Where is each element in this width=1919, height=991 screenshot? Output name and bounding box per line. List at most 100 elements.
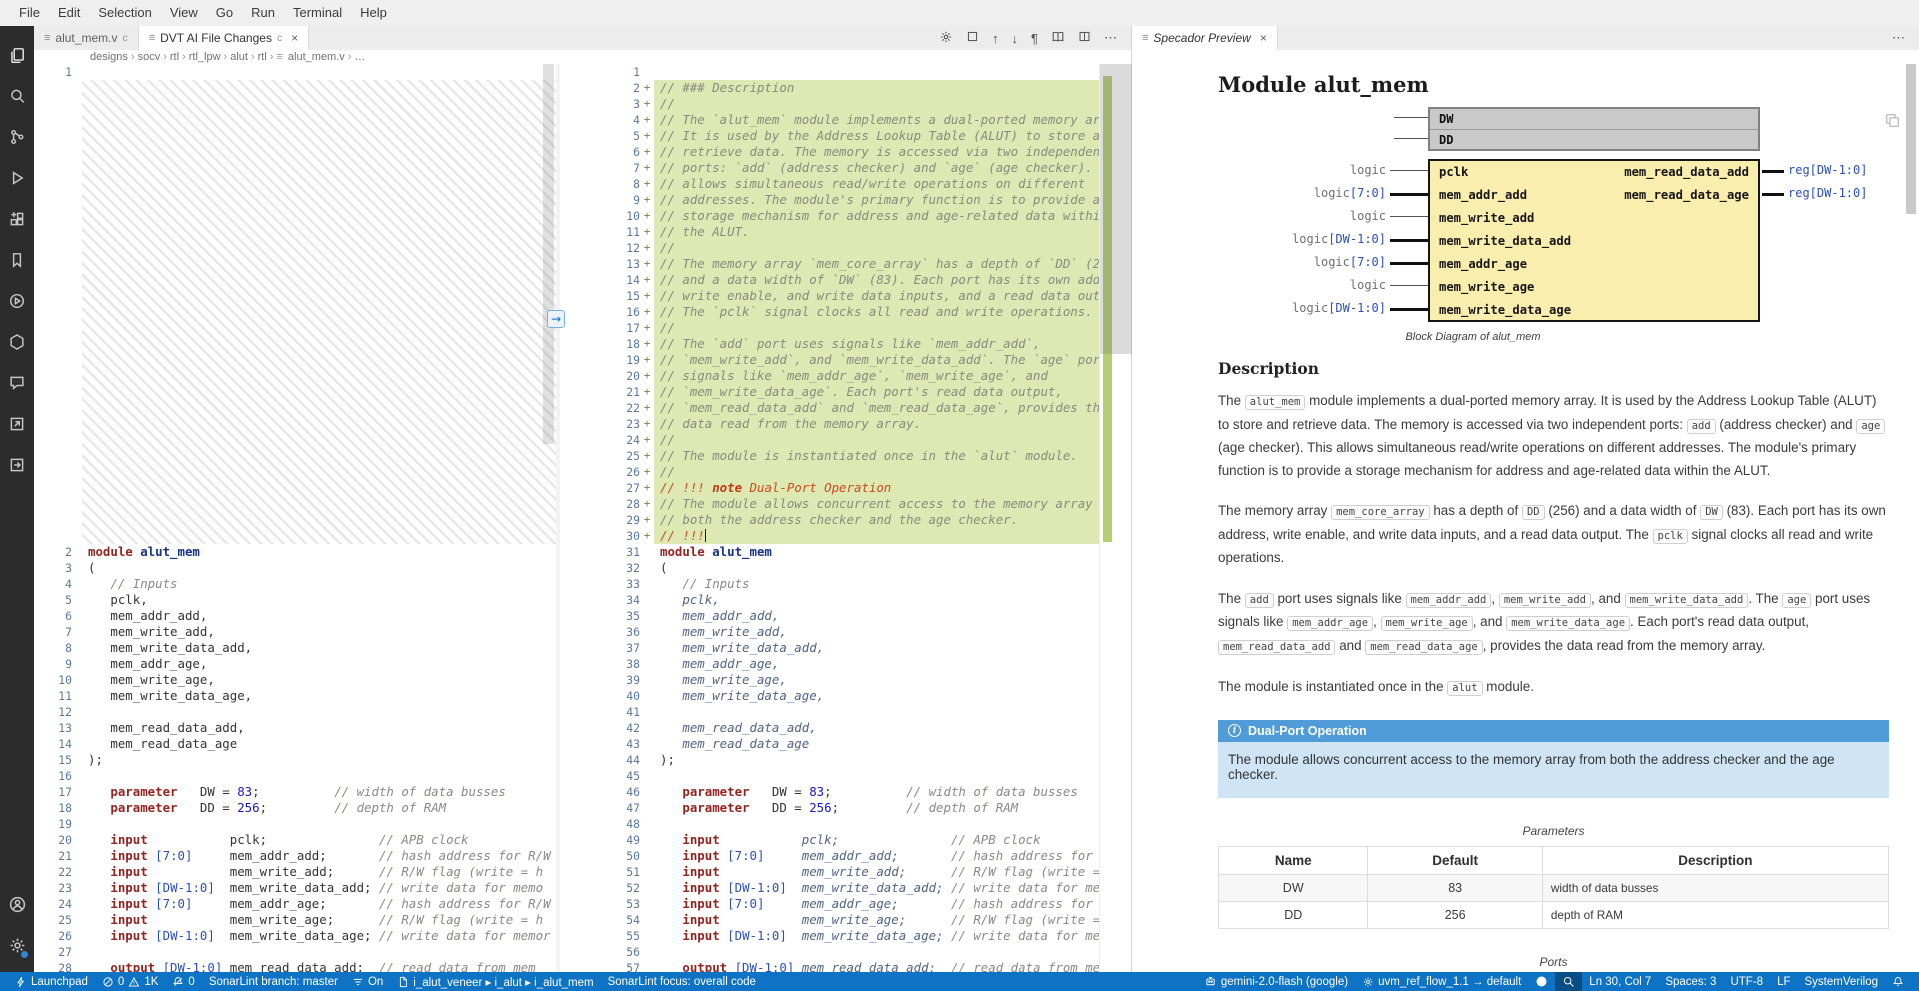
dvt-flow-icon[interactable] <box>0 444 34 485</box>
code-line[interactable]: 31module alut_mem <box>560 544 1099 560</box>
code-line[interactable]: 3+// <box>560 96 1099 112</box>
code-line[interactable]: 5 pclk, <box>34 592 556 608</box>
code-line[interactable]: 44); <box>560 752 1099 768</box>
cursor-position[interactable]: Ln 30, Col 7 <box>1582 972 1658 991</box>
breadcrumb-item[interactable]: designs <box>90 51 128 63</box>
bell-icon[interactable] <box>1885 972 1911 991</box>
extensions-icon[interactable] <box>0 198 34 239</box>
breadcrumb-item[interactable]: alut_mem.v <box>288 51 345 63</box>
code-line[interactable]: 2+// ### Description <box>560 80 1099 96</box>
ai-model-indicator[interactable]: gemini-2.0-flash (google) <box>1197 972 1355 991</box>
dvt-verification-icon[interactable] <box>0 321 34 362</box>
code-line[interactable]: 52 input [DW-1:0] mem_write_data_add; //… <box>560 880 1099 896</box>
code-line[interactable]: 47 parameter DD = 256; // depth of RAM <box>560 800 1099 816</box>
code-line[interactable]: 40 mem_write_data_age, <box>560 688 1099 704</box>
code-line[interactable]: 17 parameter DW = 83; // width of data b… <box>34 784 556 800</box>
code-line[interactable]: 12 <box>34 704 556 720</box>
tab-alut-mem[interactable]: ≡ alut_mem.v c <box>34 26 139 50</box>
code-line[interactable]: 28 output [DW-1:0] mem_read_data_add; //… <box>34 960 556 972</box>
code-line[interactable]: 4 // Inputs <box>34 576 556 592</box>
code-line[interactable]: 10+// storage mechanism for address and … <box>560 208 1099 224</box>
close-icon[interactable]: × <box>291 31 298 45</box>
code-line[interactable]: 8 mem_write_data_add, <box>34 640 556 656</box>
code-line[interactable]: 23+// data read from the memory array. <box>560 416 1099 432</box>
code-line[interactable]: 41 <box>560 704 1099 720</box>
more-actions-icon[interactable]: ⋯ <box>1104 30 1117 46</box>
code-line[interactable]: 57 output [DW-1:0] mem_read_data_add; //… <box>560 960 1099 972</box>
breadcrumb-item[interactable]: … <box>354 51 365 63</box>
code-line[interactable]: 55 input [DW-1:0] mem_write_data_age; //… <box>560 928 1099 944</box>
tab-specador-preview[interactable]: ≡ Specador Preview × <box>1132 26 1278 50</box>
dvt-run-icon[interactable] <box>0 280 34 321</box>
code-line[interactable]: 27+// !!! note Dual-Port Operation <box>560 480 1099 496</box>
code-line[interactable]: 1 <box>34 64 556 80</box>
code-line[interactable]: 19 <box>34 816 556 832</box>
sonarlint-toggle[interactable]: On <box>345 972 390 991</box>
code-line[interactable]: 38 mem_addr_age, <box>560 656 1099 672</box>
settings-gear-icon[interactable] <box>0 925 34 966</box>
scrollbar-thumb[interactable] <box>1100 64 1132 354</box>
code-line[interactable]: 36 mem_write_add, <box>560 624 1099 640</box>
sonarlint-branch[interactable]: SonarLint branch: master <box>202 972 345 991</box>
code-line[interactable]: 15+// write enable, and write data input… <box>560 288 1099 304</box>
code-line[interactable]: 13+// The memory array `mem_core_array` … <box>560 256 1099 272</box>
comments-icon[interactable] <box>0 362 34 403</box>
code-line[interactable]: 20+// signals like `mem_addr_age`, `mem_… <box>560 368 1099 384</box>
code-line[interactable]: 21+// `mem_write_data_age`. Each port's … <box>560 384 1099 400</box>
dvt-trace-icon[interactable] <box>0 403 34 444</box>
diff-revert-arrow-button[interactable]: → <box>547 310 565 328</box>
code-line[interactable]: 26 input [DW-1:0] mem_write_data_age; //… <box>34 928 556 944</box>
breadcrumb-item[interactable]: alut <box>230 51 248 63</box>
code-line[interactable]: 1 <box>560 64 1099 80</box>
compare-icon[interactable] <box>966 30 979 46</box>
uvm-flow-config[interactable]: uvm_ref_flow_1.1 → default <box>1355 972 1528 991</box>
run-debug-icon[interactable] <box>0 157 34 198</box>
code-line[interactable]: 2module alut_mem <box>34 544 556 560</box>
design-hierarchy-path[interactable]: i_alut_veneer ▸ i_alut ▸ i_alut_mem <box>390 972 600 991</box>
scrollbar-thumb[interactable] <box>543 64 554 444</box>
code-line[interactable]: 4+// The `alut_mem` module implements a … <box>560 112 1099 128</box>
code-line[interactable]: 16 <box>34 768 556 784</box>
code-line[interactable]: 9+// addresses. The module's primary fun… <box>560 192 1099 208</box>
code-line[interactable]: 11 mem_write_data_age, <box>34 688 556 704</box>
code-line[interactable]: 43 mem_read_data_age <box>560 736 1099 752</box>
code-line[interactable]: 3( <box>34 560 556 576</box>
code-line[interactable]: 32( <box>560 560 1099 576</box>
language-mode[interactable]: SystemVerilog <box>1797 972 1885 991</box>
code-line[interactable]: 8+// allows simultaneous read/write oper… <box>560 176 1099 192</box>
breadcrumb-item[interactable]: rtl <box>258 51 267 63</box>
code-line[interactable]: 23 input [DW-1:0] mem_write_data_add; //… <box>34 880 556 896</box>
explorer-icon[interactable] <box>0 34 34 75</box>
menu-item-file[interactable]: File <box>10 0 49 26</box>
code-line[interactable]: 35 mem_addr_add, <box>560 608 1099 624</box>
next-change-icon[interactable]: ↓ <box>1012 31 1019 46</box>
problems-indicator[interactable]: 0 1K <box>95 972 165 991</box>
menu-item-terminal[interactable]: Terminal <box>284 0 351 26</box>
code-line[interactable]: 19+// `mem_write_add`, and `mem_write_da… <box>560 352 1099 368</box>
code-line[interactable]: 33 // Inputs <box>560 576 1099 592</box>
breadcrumb-item[interactable]: rtl <box>170 51 179 63</box>
code-line[interactable]: 25 input mem_write_age; // R/W flag (wri… <box>34 912 556 928</box>
search-status-icon[interactable] <box>1555 972 1582 991</box>
code-line[interactable]: 25+// The module is instantiated once in… <box>560 448 1099 464</box>
code-line[interactable]: 18+// The `add` port uses signals like `… <box>560 336 1099 352</box>
code-line[interactable]: 14+// and a data width of `DW` (83). Eac… <box>560 272 1099 288</box>
code-line[interactable]: 46 parameter DW = 83; // width of data b… <box>560 784 1099 800</box>
code-line[interactable]: 20 input pclk; // APB clock <box>34 832 556 848</box>
eol-setting[interactable]: LF <box>1770 972 1797 991</box>
overview-ruler[interactable] <box>1099 64 1131 972</box>
code-line[interactable]: 51 input mem_write_add; // R/W flag (wri… <box>560 864 1099 880</box>
code-line[interactable]: 29+// both the address checker and the a… <box>560 512 1099 528</box>
code-line[interactable]: 53 input [7:0] mem_addr_age; // hash add… <box>560 896 1099 912</box>
code-line[interactable]: 54 input mem_write_age; // R/W flag (wri… <box>560 912 1099 928</box>
panel-scrollbar-thumb[interactable] <box>1906 64 1916 214</box>
code-line[interactable]: 7 mem_write_add, <box>34 624 556 640</box>
menu-item-view[interactable]: View <box>161 0 207 26</box>
close-icon[interactable]: × <box>1260 31 1267 45</box>
notifications-muted-indicator[interactable]: 0 <box>165 972 201 991</box>
code-line[interactable]: 11+// the ALUT. <box>560 224 1099 240</box>
previous-change-icon[interactable]: ↑ <box>992 31 999 46</box>
split-editor-icon[interactable] <box>1078 30 1091 46</box>
whitespace-icon[interactable]: ¶ <box>1031 31 1038 46</box>
code-line[interactable]: 24 input [7:0] mem_addr_age; // hash add… <box>34 896 556 912</box>
